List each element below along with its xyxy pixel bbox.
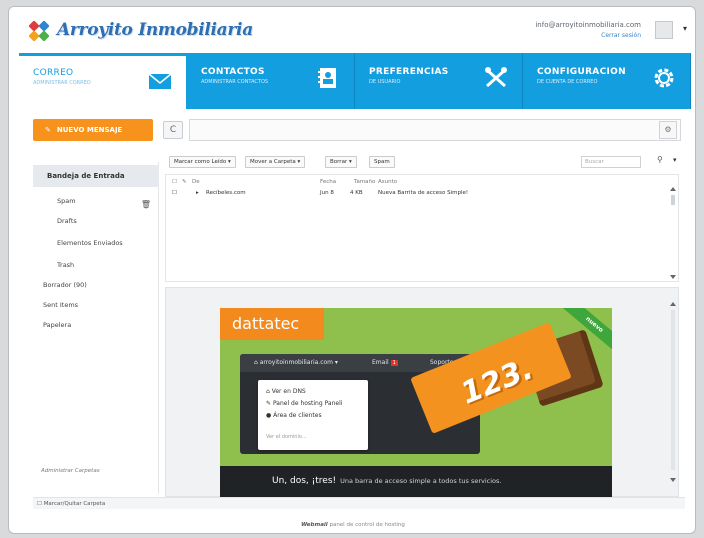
promo-menu-label: Área de clientes xyxy=(273,412,322,419)
message-list: ☐ ✎ De Fecha Tamaño Asunto ☐ ▸ Recíbeles… xyxy=(165,174,679,282)
preview-pane: dattatec nuevo ⌂ arroyitoinmobiliaria.co… xyxy=(165,287,679,498)
promo-mail-label: Email xyxy=(372,359,389,366)
promo-menu-item: ● Área de clientes xyxy=(266,412,322,419)
brand-logo: dattatec xyxy=(220,308,324,340)
delete-label: Borrar xyxy=(330,159,348,165)
folder-drafts[interactable]: Drafts xyxy=(33,212,159,230)
list-scrollbar[interactable] xyxy=(670,187,676,279)
row-from: Recíbeles.com xyxy=(206,190,246,196)
promo-tagline-main: Un, dos, ¡tres! xyxy=(272,476,337,486)
column-size[interactable]: Tamaño xyxy=(354,177,375,187)
folder-inbox[interactable]: Bandeja de Entrada xyxy=(33,165,159,187)
footer-text: panel de control de hosting xyxy=(329,522,405,528)
tools-icon xyxy=(485,67,507,88)
row-checkbox[interactable]: ☐ xyxy=(172,188,177,198)
status-bar: ☐ Marcar/Quitar Carpeta xyxy=(33,497,685,509)
folder-spam[interactable]: Spam 🗑 xyxy=(33,192,159,210)
preview-scrollbar[interactable] xyxy=(670,302,676,482)
refresh-button[interactable]: C xyxy=(163,121,183,139)
list-toolbar: Marcar como Leído ▾ Mover a Carpeta ▾ Bo… xyxy=(165,154,685,172)
promo-banner[interactable]: dattatec nuevo ⌂ arroyitoinmobiliaria.co… xyxy=(220,308,612,498)
user-email: info@arroyitoinmobiliaria.com xyxy=(535,21,641,29)
expand-icon[interactable]: ▸ xyxy=(196,188,199,198)
browser-frame: Arroyito Inmobiliaria info@arroyitoinmob… xyxy=(8,6,696,534)
column-subject[interactable]: Asunto xyxy=(378,177,397,187)
new-message-button[interactable]: ✎ NUEVO MENSAJE xyxy=(33,119,153,141)
column-from[interactable]: De xyxy=(192,177,200,187)
pencil-icon: ✎ xyxy=(45,126,51,134)
page-footer: Webmail panel de control de hosting xyxy=(9,519,695,531)
row-date: Jun 8 xyxy=(320,190,334,196)
address-book-icon xyxy=(318,68,336,88)
tab-sublabel: ADMINISTRAR CONTACTOS xyxy=(201,79,269,85)
gear-icon xyxy=(654,68,674,88)
tab-contactos[interactable]: CONTACTOS ADMINISTRAR CONTACTOS xyxy=(187,53,355,109)
select-all-checkbox[interactable]: ☐ xyxy=(172,177,177,187)
column-from-label: De xyxy=(192,179,200,185)
folder-trash[interactable]: Trash xyxy=(33,256,159,274)
tab-label: CONTACTOS xyxy=(201,67,265,77)
row-size: 4 KB xyxy=(350,190,363,196)
column-date[interactable]: Fecha xyxy=(320,177,336,187)
chevron-down-icon[interactable]: ▾ xyxy=(683,24,687,33)
spam-button[interactable]: Spam xyxy=(369,156,395,168)
promo-tagline: Un, dos, ¡tres! Una barra de acceso simpl… xyxy=(272,476,501,486)
tab-preferencias[interactable]: PREFERENCIAS DE USUARIO xyxy=(355,53,523,109)
folder-sidebar: Bandeja de Entrada Spam 🗑 Drafts Element… xyxy=(33,162,159,494)
logout-link[interactable]: Cerrar sesión xyxy=(601,32,641,39)
promo-menu-item: ⌂ Ver en DNS xyxy=(266,388,306,395)
promo-menu-footer: Ver el dominio... xyxy=(266,434,307,440)
promo-domain-text: arroyitoinmobiliaria.com xyxy=(259,359,334,366)
flag-icon: ✎ xyxy=(182,179,187,185)
folder-label: Spam xyxy=(57,197,76,205)
logo-text: Arroyito Inmobiliaria xyxy=(57,20,253,40)
logo-icon xyxy=(29,21,49,41)
tab-label: CONFIGURACION xyxy=(537,67,626,77)
tab-sublabel: DE CUENTA DE CORREO xyxy=(537,79,598,85)
toolbar-strip xyxy=(189,119,681,141)
search-icon[interactable]: ⚲ xyxy=(657,155,663,164)
folder-borrador[interactable]: Borrador (90) xyxy=(33,276,159,294)
move-to-button[interactable]: Mover a Carpeta ▾ xyxy=(245,156,306,168)
new-message-label: NUEVO MENSAJE xyxy=(56,126,123,134)
tab-sublabel: ADMINISTRAR CORREO xyxy=(33,80,91,86)
list-header-row: ☐ ✎ De Fecha Tamaño Asunto xyxy=(166,177,680,187)
tab-correo[interactable]: CORREO ADMINISTRAR CORREO xyxy=(19,53,187,109)
table-row[interactable]: ☐ ▸ Recíbeles.com Jun 8 4 KB Nueva Barri… xyxy=(166,188,680,198)
search-input[interactable]: Buscar xyxy=(581,156,641,168)
row-subject: Nueva Barrita de acceso Simple! xyxy=(378,190,469,196)
promo-mail: Email 1 xyxy=(372,359,398,366)
promo-mail-badge: 1 xyxy=(390,360,398,366)
tab-label: CORREO xyxy=(33,68,74,78)
folder-sent-items[interactable]: Sent Items xyxy=(33,296,159,314)
main-tabs: CORREO ADMINISTRAR CORREO CONTACTOS ADMI… xyxy=(19,53,691,109)
avatar[interactable] xyxy=(655,21,673,39)
tab-sublabel: DE USUARIO xyxy=(369,79,401,85)
footer-brand: Webmail xyxy=(301,522,328,528)
promo-tagline-bar: Un, dos, ¡tres! Una barra de acceso simpl… xyxy=(220,466,612,498)
settings-button[interactable]: ⚙ xyxy=(659,121,677,139)
promo-menu: ⌂ Ver en DNS ✎ Panel de hosting Paneli ●… xyxy=(258,380,368,450)
chevron-down-icon[interactable]: ▾ xyxy=(673,156,677,164)
promo-domain: ⌂ arroyitoinmobiliaria.com ▾ xyxy=(254,359,338,366)
promo-tagline-sub: Una barra de acceso simple a todos tus s… xyxy=(340,477,502,485)
folder-papelera[interactable]: Papelera xyxy=(33,316,159,334)
app-header: Arroyito Inmobiliaria info@arroyitoinmob… xyxy=(9,7,695,51)
tab-configuracion[interactable]: CONFIGURACION DE CUENTA DE CORREO xyxy=(523,53,691,109)
promo-menu-item: ✎ Panel de hosting Paneli xyxy=(266,400,343,407)
mark-read-label: Marcar como Leído xyxy=(174,159,227,165)
move-to-label: Mover a Carpeta xyxy=(250,159,296,165)
manage-folders-link[interactable]: Administrar Carpetas xyxy=(41,468,100,474)
tab-label: PREFERENCIAS xyxy=(369,67,449,77)
promo-menu-label: Panel de hosting Paneli xyxy=(272,400,343,407)
promo-menu-label: Ver en DNS xyxy=(271,388,306,395)
envelope-icon xyxy=(148,73,172,89)
mark-read-button[interactable]: Marcar como Leído ▾ xyxy=(169,156,236,168)
folder-sent[interactable]: Elementos Enviados xyxy=(33,234,159,252)
status-text[interactable]: Marcar/Quitar Carpeta xyxy=(44,501,106,507)
delete-button[interactable]: Borrar ▾ xyxy=(325,156,357,168)
